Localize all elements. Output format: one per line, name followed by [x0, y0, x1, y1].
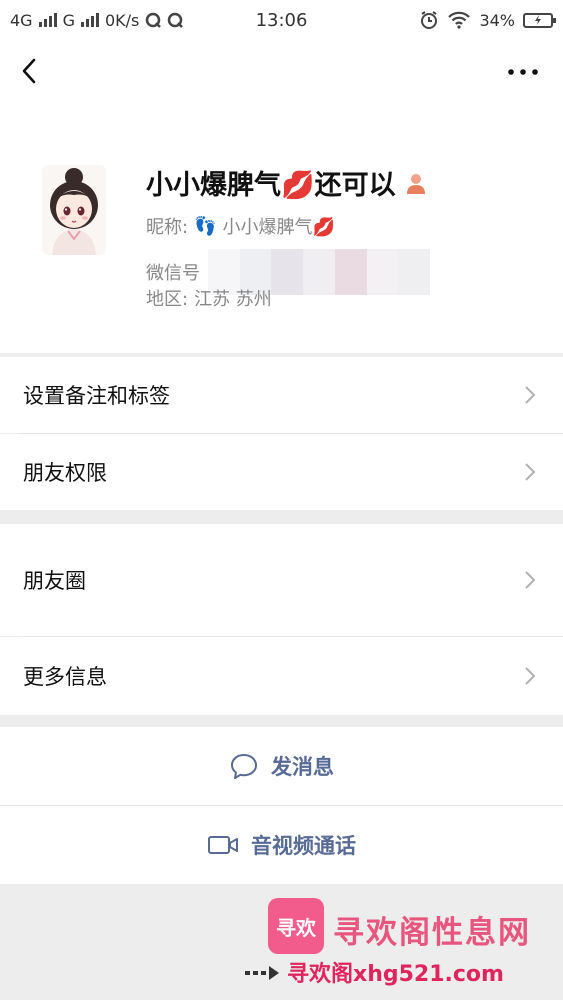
- chevron-right-icon: [525, 386, 536, 404]
- nickname-value: 小小爆脾气💋: [222, 217, 335, 238]
- footprints-icon: 👣: [194, 215, 217, 237]
- region-label: 地区:: [146, 289, 189, 310]
- notification-icon-2: [168, 12, 184, 28]
- region-row: 地区: 江苏 苏州: [146, 285, 272, 311]
- display-name-text: 小小爆脾气💋还可以: [146, 170, 396, 201]
- battery-icon: [523, 12, 556, 28]
- send-message-button[interactable]: 发消息: [0, 727, 563, 805]
- chevron-right-icon: [525, 463, 536, 481]
- video-camera-icon: [208, 836, 238, 854]
- profile-card: 小小爆脾气💋还可以 昵称: 👣 小小爆脾气💋 微信号 地区: 江苏 苏州: [0, 105, 563, 353]
- friend-permissions-label: 朋友权限: [23, 461, 107, 485]
- wifi-icon: [448, 11, 471, 29]
- status-bar: 4G G 0K/s 13:06 34%: [0, 0, 563, 40]
- more-options-icon[interactable]: [505, 60, 541, 84]
- video-call-label: 音视频通话: [251, 834, 356, 858]
- wechat-id-label: 微信号: [146, 263, 200, 284]
- watermark-title: 寻欢阁性息网: [333, 915, 531, 951]
- display-name: 小小爆脾气💋还可以: [146, 163, 428, 202]
- net-speed: 0K/s: [104, 10, 140, 30]
- signal-icon: [38, 13, 57, 27]
- nav-bar: [0, 40, 563, 105]
- back-icon[interactable]: [14, 54, 48, 88]
- signal-icon-2: [80, 13, 99, 27]
- network-type-label-2: G: [62, 10, 75, 30]
- alarm-icon: [421, 11, 438, 29]
- notification-icon: [146, 12, 162, 28]
- watermark-url: 寻欢阁xhg521.com: [287, 962, 504, 987]
- nickname-label: 昵称:: [146, 217, 189, 238]
- remark-tags-label: 设置备注和标签: [23, 384, 170, 408]
- network-type-label: 4G: [10, 10, 33, 30]
- more-info-label: 更多信息: [23, 665, 107, 689]
- region-value: 江苏 苏州: [194, 289, 272, 310]
- more-info-item[interactable]: 更多信息: [0, 637, 563, 715]
- chevron-right-icon: [525, 571, 536, 589]
- chat-bubble-icon: [231, 754, 257, 779]
- video-call-button[interactable]: 音视频通话: [0, 806, 563, 884]
- nickname-row: 昵称: 👣 小小爆脾气💋: [146, 213, 335, 239]
- send-message-label: 发消息: [271, 755, 334, 779]
- moments-item[interactable]: 朋友圈: [0, 524, 563, 636]
- moments-label: 朋友圈: [23, 569, 86, 593]
- watermark: 寻欢 寻欢阁性息网 寻欢阁xhg521.com: [245, 893, 563, 1000]
- avatar[interactable]: [42, 165, 106, 255]
- person-icon: [406, 173, 425, 194]
- watermark-logo: 寻欢: [268, 898, 324, 954]
- arrow-right-icon: [245, 966, 279, 980]
- remark-tags-item[interactable]: 设置备注和标签: [0, 357, 563, 433]
- battery-percent: 34%: [479, 10, 515, 30]
- chevron-right-icon: [525, 667, 536, 685]
- friend-permissions-item[interactable]: 朋友权限: [0, 434, 563, 510]
